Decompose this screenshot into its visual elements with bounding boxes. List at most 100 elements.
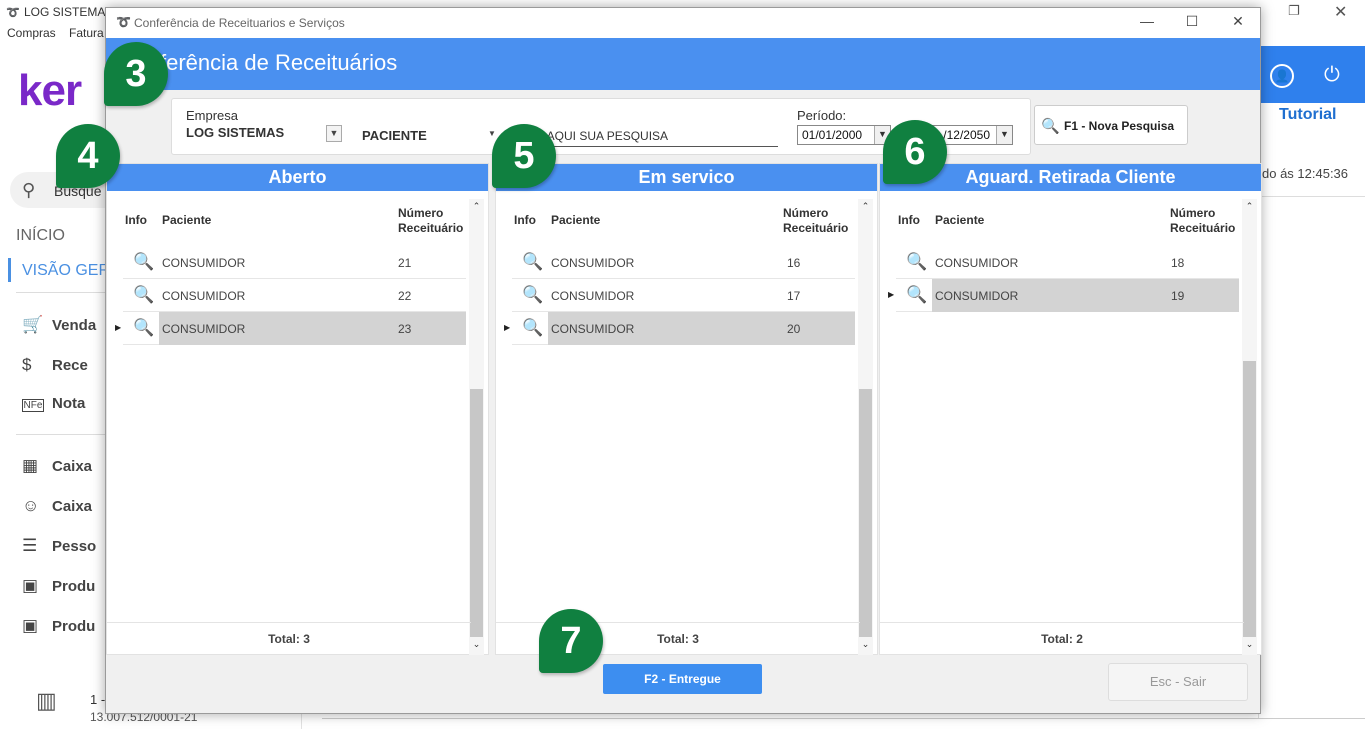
new-search-button[interactable]: 🔍 F1 - Nova Pesquisa	[1034, 105, 1188, 145]
restore-icon[interactable]: ❐	[1288, 3, 1300, 19]
empresa-select[interactable]: LOG SISTEMAS	[186, 125, 284, 140]
scroll-thumb[interactable]	[859, 389, 872, 637]
tutorial-link[interactable]: Tutorial	[1279, 106, 1336, 124]
column-header-info: Info	[898, 213, 920, 227]
table-row[interactable]: 🔍 CONSUMIDOR 22	[123, 279, 466, 312]
minimize-icon[interactable]: —	[1132, 13, 1162, 33]
column-header-numero: Número Receituário	[398, 206, 464, 235]
menu-compras[interactable]: Compras	[7, 26, 56, 40]
column-header-numero: Número Receituário	[783, 206, 849, 235]
search-icon[interactable]: 🔍	[522, 252, 543, 272]
step-badge-4: 4	[56, 124, 120, 188]
table-row-selected[interactable]: ▶ 🔍 CONSUMIDOR 20	[504, 312, 855, 345]
row-paciente: CONSUMIDOR	[551, 289, 635, 303]
row-numero: 18	[1171, 256, 1185, 270]
maximize-icon[interactable]: ☐	[1177, 13, 1207, 33]
row-pointer-icon: ▶	[115, 323, 122, 332]
row-numero: 22	[398, 289, 412, 303]
search-icon[interactable]: 🔍	[522, 318, 543, 338]
deliver-button[interactable]: F2 - Entregue	[603, 664, 762, 694]
sidebar-item-produtos[interactable]: ▣ Produ	[22, 576, 95, 596]
sidebar-item-caixa-2[interactable]: ☺ Caixa	[22, 496, 92, 516]
search-icon[interactable]: 🔍	[133, 285, 154, 305]
panel-title: Aberto	[107, 164, 488, 191]
sidebar-item-vendas[interactable]: 🛒 Venda	[22, 315, 96, 335]
row-paciente: CONSUMIDOR	[551, 322, 635, 336]
table-row[interactable]: 🔍 CONSUMIDOR 18	[896, 246, 1239, 279]
row-pointer-icon: ▶	[888, 290, 895, 299]
step-badge-5: 5	[492, 124, 556, 188]
updated-time: do ás 12:45:36	[1262, 166, 1349, 181]
sidebar-item-produtos-2[interactable]: ▣ Produ	[22, 616, 95, 636]
chevron-up-icon[interactable]: ⌃	[469, 201, 484, 215]
menu-fatura[interactable]: Fatura	[69, 26, 104, 40]
dialog-header: ferência de Receituários	[106, 38, 1260, 90]
column-header-paciente: Paciente	[935, 213, 985, 227]
user-dollar-icon: ☺	[22, 496, 40, 515]
chevron-down-icon[interactable]: ⌄	[469, 639, 484, 653]
search-icon[interactable]: 🔍	[133, 318, 154, 338]
date-from-field[interactable]: 01/01/2000 ▼	[797, 125, 891, 145]
empresa-label: Empresa	[186, 108, 239, 123]
row-paciente: CONSUMIDOR	[162, 289, 246, 303]
sidebar-item-recebimentos[interactable]: $ Rece	[22, 355, 88, 375]
sidebar-item-nota[interactable]: NFe Nota	[22, 395, 85, 412]
chevron-down-icon[interactable]: ▼	[488, 129, 496, 138]
calendar-dropdown-icon[interactable]: ▼	[996, 126, 1012, 144]
user-icon[interactable]: 👤	[1270, 64, 1294, 88]
column-header-paciente: Paciente	[162, 213, 212, 227]
panel-em-servico: Em servico Info Paciente Número Receituár…	[495, 163, 878, 655]
table-row-selected[interactable]: ▶ 🔍 CONSUMIDOR 19	[888, 279, 1239, 312]
vertical-scrollbar[interactable]: ⌃ ⌄	[1242, 199, 1257, 655]
table-row[interactable]: 🔍 CONSUMIDOR 16	[512, 246, 855, 279]
nfe-icon: NFe	[22, 399, 44, 412]
cash-register-icon: ▦	[22, 456, 39, 475]
row-paciente: CONSUMIDOR	[935, 289, 1019, 303]
row-numero: 23	[398, 322, 412, 336]
row-paciente: CONSUMIDOR	[162, 256, 246, 270]
step-badge-7: 7	[539, 609, 603, 673]
row-numero: 19	[1171, 289, 1185, 303]
dialog-title: Conferência de Receituarios e Serviços	[134, 16, 345, 30]
right-panel	[1258, 196, 1365, 718]
page-title: ferência de Receituários	[160, 50, 398, 75]
row-paciente: CONSUMIDOR	[551, 256, 635, 270]
panel-total: Total: 3	[107, 622, 471, 654]
close-icon[interactable]: ✕	[1223, 13, 1253, 33]
sidebar-item-pessoas[interactable]: ☰ Pesso	[22, 536, 96, 556]
panel-aberto: Aberto Info Paciente Número Receituário 🔍…	[106, 163, 489, 655]
search-icon: ⚲	[22, 180, 36, 200]
search-type-select[interactable]: PACIENTE	[362, 128, 427, 143]
close-icon[interactable]: ✕	[1334, 2, 1347, 22]
search-input[interactable]: E AQUI SUA PESQUISA	[534, 129, 778, 147]
vertical-scrollbar[interactable]: ⌃ ⌄	[469, 199, 484, 655]
chevron-down-icon[interactable]: ▼	[326, 125, 342, 142]
sidebar-item-caixa[interactable]: ▦ Caixa	[22, 456, 92, 476]
column-header-info: Info	[514, 213, 536, 227]
sidebar-item-visao-geral[interactable]: VISÃO GER	[22, 262, 110, 280]
table-row[interactable]: 🔍 CONSUMIDOR 21	[123, 246, 466, 279]
app-logo-icon: ➰	[6, 7, 20, 19]
chevron-up-icon[interactable]: ⌃	[1242, 201, 1257, 215]
search-icon[interactable]: 🔍	[906, 252, 927, 272]
scroll-thumb[interactable]	[1243, 361, 1256, 637]
chevron-down-icon[interactable]: ⌄	[1242, 639, 1257, 653]
step-badge-6: 6	[883, 120, 947, 184]
chevron-down-icon[interactable]: ⌄	[858, 639, 873, 653]
search-icon[interactable]: 🔍	[906, 285, 927, 305]
table-row-selected[interactable]: ▶ 🔍 CONSUMIDOR 23	[115, 312, 466, 345]
table-row[interactable]: 🔍 CONSUMIDOR 17	[512, 279, 855, 312]
box-icon: ▣	[22, 576, 39, 595]
exit-button[interactable]: Esc - Sair	[1108, 663, 1248, 701]
column-header-info: Info	[125, 213, 147, 227]
search-icon[interactable]: 🔍	[133, 252, 154, 272]
sidebar-section-inicio[interactable]: INÍCIO	[16, 227, 65, 245]
vertical-scrollbar[interactable]: ⌃ ⌄	[858, 199, 873, 655]
app-logo-icon: ➰	[116, 15, 131, 29]
person-list-icon: ☰	[22, 536, 38, 555]
search-icon[interactable]: 🔍	[522, 285, 543, 305]
row-numero: 21	[398, 256, 412, 270]
power-icon[interactable]: ⏻	[1324, 64, 1340, 87]
chevron-up-icon[interactable]: ⌃	[858, 201, 873, 215]
scroll-thumb[interactable]	[470, 389, 483, 637]
